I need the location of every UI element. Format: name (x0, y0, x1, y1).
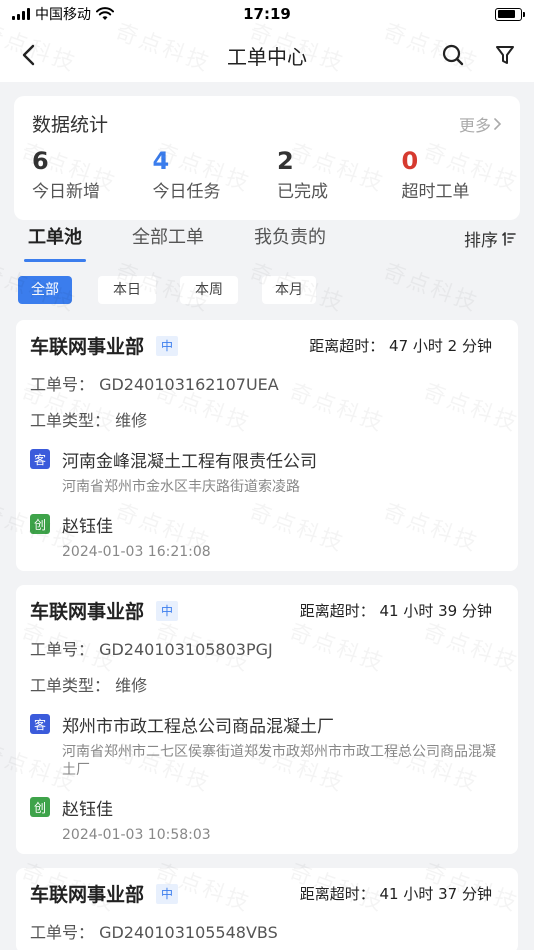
stat-item[interactable]: 0 超时工单 (378, 147, 503, 202)
order-number: 工单号： GD240103162107UEA (30, 375, 279, 394)
sort-button[interactable]: 排序 (464, 226, 516, 251)
signal-icon (12, 8, 30, 20)
date-filter-group: 全部 本日 本周 本月 (0, 276, 534, 304)
order-card[interactable]: 车联网事业部中 距离超时： 41 小时 37 分钟工单号： GD240103105… (16, 868, 518, 950)
filter-chip[interactable]: 本日 (98, 276, 156, 304)
stats-row: 6 今日新增 4 今日任务 2 已完成 0 超时工单 (32, 147, 502, 202)
creator-name: 赵钰佳 (62, 517, 113, 537)
stats-header: 数据统计 更多 (32, 110, 502, 137)
sort-label: 排序 (464, 231, 498, 251)
tab-list: 工单池 全部工单 我负责的 (16, 226, 364, 262)
chevron-left-icon (22, 44, 35, 66)
customer-name: 河南金峰混凝土工程有限责任公司 (62, 452, 317, 472)
stat-label: 已完成 (277, 182, 328, 202)
nav-actions (440, 42, 518, 68)
stat-value: 0 (401, 147, 419, 175)
chevron-right-icon (494, 117, 502, 130)
search-icon (442, 44, 464, 66)
customer-badge: 客 (30, 714, 50, 734)
status-bar: 中国移动 17:19 (0, 0, 534, 28)
tab-bar: 工单池 全部工单 我负责的 排序 (0, 226, 534, 266)
priority-badge: 中 (156, 600, 179, 621)
back-button[interactable] (16, 42, 42, 68)
customer-details: 河南金峰混凝土工程有限责任公司河南省郑州市金水区丰庆路街道索凌路 (62, 447, 317, 496)
stat-item[interactable]: 2 已完成 (253, 147, 378, 202)
order-card[interactable]: 车联网事业部中 距离超时： 41 小时 39 分钟工单号： GD240103105… (16, 585, 518, 854)
created-time: 2024-01-03 10:58:03 (62, 827, 211, 843)
customer-address: 河南省郑州市金水区丰庆路街道索凌路 (62, 479, 300, 495)
order-number: 工单号： GD240103105548VBS (30, 923, 278, 942)
customer-address: 河南省郑州市二七区侯寨街道郑发市政郑州市市政工程总公司商品混凝土厂 (62, 744, 496, 778)
order-card[interactable]: 车联网事业部中 距离超时： 47 小时 2 分钟工单号： GD2401031621… (16, 320, 518, 571)
sort-icon (502, 231, 516, 246)
stat-label: 超时工单 (401, 182, 470, 202)
customer-badge: 客 (30, 449, 50, 469)
department-name: 车联网事业部 (30, 336, 145, 358)
search-button[interactable] (440, 42, 466, 68)
order-type: 工单类型： 维修 (30, 676, 148, 695)
creator-details: 赵钰佳 2024-01-03 16:21:08 (62, 512, 211, 561)
order-card-header: 车联网事业部中 距离超时： 41 小时 37 分钟 (30, 880, 504, 907)
order-number: 工单号： GD240103105803PGJ (30, 640, 273, 659)
priority-badge: 中 (156, 883, 179, 904)
creator-info: 创赵钰佳 2024-01-03 16:21:08 (30, 512, 504, 561)
creator-name: 赵钰佳 (62, 800, 113, 820)
filter-chip[interactable]: 本月 (262, 276, 316, 304)
stats-more-link[interactable]: 更多 (459, 112, 502, 136)
tab-item[interactable]: 全部工单 (120, 226, 216, 262)
stat-label: 今日任务 (152, 182, 221, 202)
stat-value: 4 (152, 147, 170, 175)
tab-item[interactable]: 工单池 (16, 226, 94, 262)
customer-info: 客郑州市市政工程总公司商品混凝土厂河南省郑州市二七区侯寨街道郑发市政郑州市市政工… (30, 712, 504, 779)
stat-item[interactable]: 6 今日新增 (32, 147, 133, 202)
customer-details: 郑州市市政工程总公司商品混凝土厂河南省郑州市二七区侯寨街道郑发市政郑州市市政工程… (62, 712, 504, 779)
created-time: 2024-01-03 16:21:08 (62, 544, 211, 560)
status-left: 中国移动 (12, 4, 114, 24)
timeout-countdown: 距离超时： 47 小时 2 分钟 (309, 337, 492, 355)
order-card-header: 车联网事业部中 距离超时： 41 小时 39 分钟 (30, 597, 504, 624)
timeout-countdown: 距离超时： 41 小时 37 分钟 (299, 885, 492, 903)
filter-button[interactable] (492, 42, 518, 68)
department-name: 车联网事业部 (30, 601, 145, 623)
creator-details: 赵钰佳 2024-01-03 10:58:03 (62, 795, 211, 844)
timeout-countdown: 距离超时： 41 小时 39 分钟 (299, 602, 492, 620)
stat-item[interactable]: 4 今日任务 (133, 147, 254, 202)
stats-title: 数据统计 (32, 114, 109, 136)
nav-bar: 工单中心 (0, 28, 534, 82)
customer-info: 客河南金峰混凝土工程有限责任公司河南省郑州市金水区丰庆路街道索凌路 (30, 447, 504, 496)
creator-info: 创赵钰佳 2024-01-03 10:58:03 (30, 795, 504, 844)
department-name: 车联网事业部 (30, 884, 145, 906)
customer-name: 郑州市市政工程总公司商品混凝土厂 (62, 717, 334, 737)
filter-chip[interactable]: 本周 (180, 276, 238, 304)
carrier-name: 中国移动 (35, 7, 91, 23)
battery-icon (495, 7, 525, 21)
creator-badge: 创 (30, 797, 50, 817)
order-type: 工单类型： 维修 (30, 411, 148, 430)
tab-item[interactable]: 我负责的 (242, 226, 338, 262)
priority-badge: 中 (156, 335, 179, 356)
wifi-icon (96, 7, 114, 20)
stat-value: 6 (32, 147, 49, 175)
filter-chip[interactable]: 全部 (18, 276, 72, 304)
stats-card: 数据统计 更多 6 今日新增 4 今日任务 2 已完成 0 超时工单 (14, 96, 520, 220)
filter-icon (496, 46, 514, 64)
creator-badge: 创 (30, 514, 50, 534)
order-card-header: 车联网事业部中 距离超时： 47 小时 2 分钟 (30, 332, 504, 359)
stat-label: 今日新增 (32, 182, 100, 202)
order-list: 车联网事业部中距离超时： 47 小时 2 分钟 工单号： GD2401031621… (0, 320, 534, 950)
stat-value: 2 (277, 147, 294, 175)
stats-more-label: 更多 (458, 115, 491, 135)
